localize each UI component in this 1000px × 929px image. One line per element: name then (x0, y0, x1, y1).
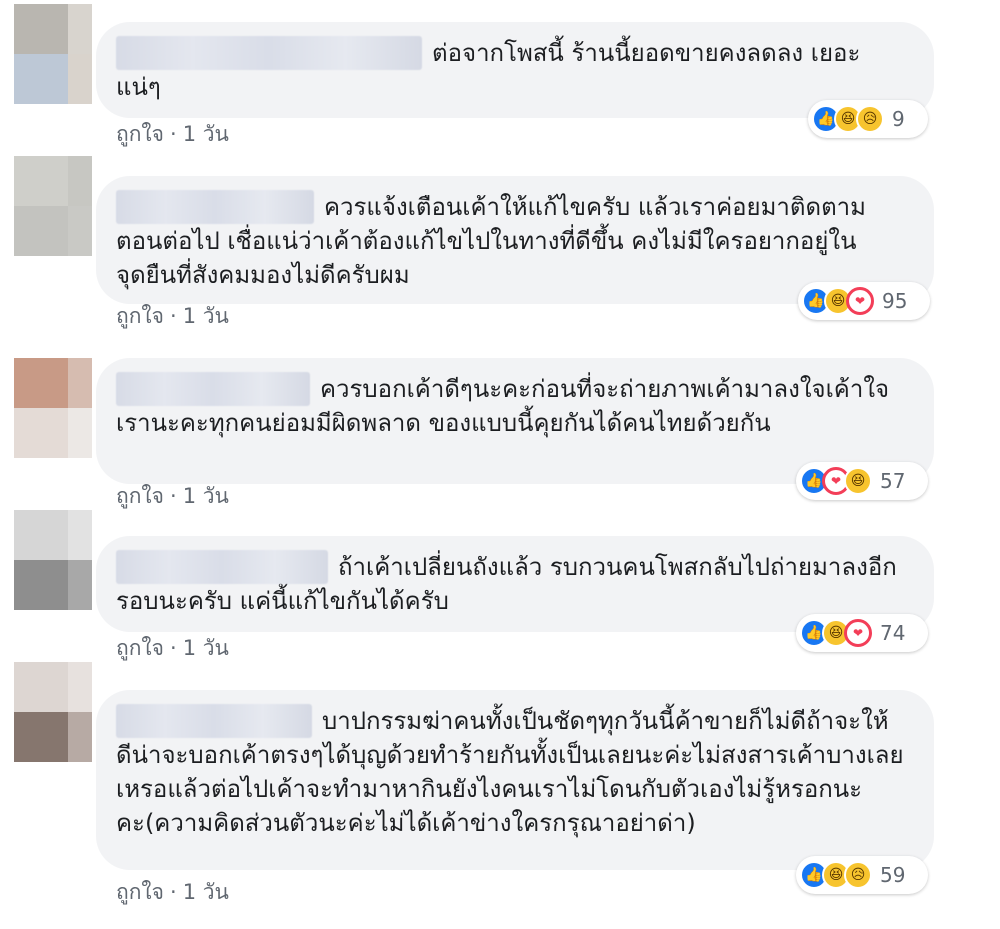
like-action[interactable]: ถูกใจ (116, 636, 164, 660)
like-action[interactable]: ถูกใจ (116, 880, 164, 904)
comment-actions: ถูกใจ · 1 วัน (116, 876, 229, 909)
reactions-summary[interactable]: 👍 😆 😥 9 (808, 100, 928, 138)
author-name-redacted[interactable] (116, 704, 312, 738)
reaction-count: 59 (880, 863, 906, 887)
reactions-summary[interactable]: 👍 😆 😥 59 (796, 856, 928, 894)
timestamp[interactable]: 1 วัน (183, 484, 229, 508)
avatar[interactable] (14, 662, 92, 762)
comment-actions: ถูกใจ · 1 วัน (116, 632, 229, 665)
separator: · (170, 636, 177, 660)
comment-actions: ถูกใจ · 1 วัน (116, 480, 229, 513)
comment-bubble: ต่อจากโพสนี้ ร้านนี้ยอดขายคงลดลง เยอะแน่… (96, 22, 934, 118)
avatar[interactable] (14, 510, 92, 610)
timestamp[interactable]: 1 วัน (183, 304, 229, 328)
reaction-count: 95 (882, 289, 908, 313)
author-name-redacted[interactable] (116, 190, 314, 224)
avatar[interactable] (14, 4, 92, 104)
reactions-summary[interactable]: 👍 😆 ❤ 95 (798, 282, 930, 320)
author-name-redacted[interactable] (116, 550, 328, 584)
reaction-count: 57 (880, 469, 906, 493)
author-name-redacted[interactable] (116, 36, 422, 70)
reactions-summary[interactable]: 👍 ❤ 😆 57 (796, 462, 928, 500)
comment-actions: ถูกใจ · 1 วัน (116, 300, 229, 333)
separator: · (170, 122, 177, 146)
sad-icon: 😥 (844, 861, 872, 889)
like-action[interactable]: ถูกใจ (116, 484, 164, 508)
comment-bubble: บาปกรรมฆ่าคนทั้งเป็นชัดๆทุกวันนี้ค้าขายก… (96, 690, 934, 870)
avatar[interactable] (14, 156, 92, 256)
author-name-redacted[interactable] (116, 372, 310, 406)
timestamp[interactable]: 1 วัน (183, 636, 229, 660)
like-action[interactable]: ถูกใจ (116, 304, 164, 328)
avatar[interactable] (14, 358, 92, 458)
reaction-count: 9 (892, 107, 905, 131)
sad-icon: 😥 (856, 105, 884, 133)
reactions-summary[interactable]: 👍 😆 ❤ 74 (796, 614, 928, 652)
comments-section: ต่อจากโพสนี้ ร้านนี้ยอดขายคงลดลง เยอะแน่… (0, 0, 1000, 929)
separator: · (170, 880, 177, 904)
separator: · (170, 304, 177, 328)
love-icon: ❤ (844, 619, 872, 647)
love-icon: ❤ (846, 287, 874, 315)
like-action[interactable]: ถูกใจ (116, 122, 164, 146)
comment-actions: ถูกใจ · 1 วัน (116, 118, 229, 151)
haha-icon: 😆 (844, 467, 872, 495)
timestamp[interactable]: 1 วัน (183, 122, 229, 146)
separator: · (170, 484, 177, 508)
timestamp[interactable]: 1 วัน (183, 880, 229, 904)
reaction-count: 74 (880, 621, 906, 645)
